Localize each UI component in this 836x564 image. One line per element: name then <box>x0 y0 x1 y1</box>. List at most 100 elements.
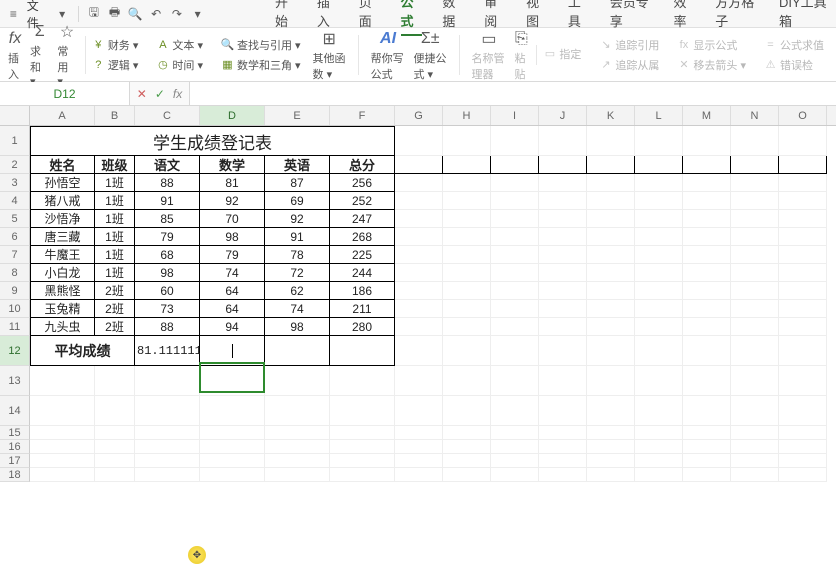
cell-O4[interactable] <box>779 192 827 210</box>
cell-L1[interactable] <box>635 126 683 156</box>
cell-B11[interactable]: 2班 <box>95 318 135 336</box>
cell-A5[interactable]: 沙悟净 <box>30 210 95 228</box>
cell-O2[interactable] <box>779 156 827 174</box>
cell-A8[interactable]: 小白龙 <box>30 264 95 282</box>
cell-G6[interactable] <box>395 228 443 246</box>
cell-C15[interactable] <box>135 426 200 440</box>
row-header-7[interactable]: 7 <box>0 246 30 264</box>
cell-H18[interactable] <box>443 468 491 482</box>
cell-I11[interactable] <box>491 318 539 336</box>
row-header-6[interactable]: 6 <box>0 228 30 246</box>
cell-I18[interactable] <box>491 468 539 482</box>
cell-N2[interactable] <box>731 156 779 174</box>
cell-D17[interactable] <box>200 454 265 468</box>
lookup-button[interactable]: 🔍查找与引用 ▾ <box>219 36 303 54</box>
cell-C17[interactable] <box>135 454 200 468</box>
cell-O6[interactable] <box>779 228 827 246</box>
cell-C5[interactable]: 85 <box>135 210 200 228</box>
cell-M7[interactable] <box>683 246 731 264</box>
cell-J12[interactable] <box>539 336 587 366</box>
quick-formula-button[interactable]: Σ±便捷公式 ▾ <box>412 28 449 82</box>
cell-J17[interactable] <box>539 454 587 468</box>
cell-L12[interactable] <box>635 336 683 366</box>
cell-K12[interactable] <box>587 336 635 366</box>
cell-G9[interactable] <box>395 282 443 300</box>
cell-I1[interactable] <box>491 126 539 156</box>
cell-A3[interactable]: 孙悟空 <box>30 174 95 192</box>
ai-formula-button[interactable]: AI帮你写公式 <box>369 28 408 82</box>
tab-会员专享[interactable]: 会员专享 <box>610 0 654 36</box>
table-header-2[interactable]: 语文 <box>135 156 200 174</box>
cell-O17[interactable] <box>779 454 827 468</box>
cell-J18[interactable] <box>539 468 587 482</box>
table-header-4[interactable]: 英语 <box>265 156 330 174</box>
cell-I8[interactable] <box>491 264 539 282</box>
cell-B18[interactable] <box>95 468 135 482</box>
cell-O10[interactable] <box>779 300 827 318</box>
cell-G18[interactable] <box>395 468 443 482</box>
fx-icon[interactable]: fx <box>173 87 182 101</box>
col-header-O[interactable]: O <box>779 106 827 125</box>
cell-F17[interactable] <box>330 454 395 468</box>
cell-K9[interactable] <box>587 282 635 300</box>
cell-H3[interactable] <box>443 174 491 192</box>
cell-C4[interactable]: 91 <box>135 192 200 210</box>
cell-M18[interactable] <box>683 468 731 482</box>
table-header-5[interactable]: 总分 <box>330 156 395 174</box>
row-header-9[interactable]: 9 <box>0 282 30 300</box>
cell-M2[interactable] <box>683 156 731 174</box>
cell-F10[interactable]: 211 <box>330 300 395 318</box>
cell-C3[interactable]: 88 <box>135 174 200 192</box>
cell-K6[interactable] <box>587 228 635 246</box>
cell-F14[interactable] <box>330 396 395 426</box>
cell-L10[interactable] <box>635 300 683 318</box>
cell-G5[interactable] <box>395 210 443 228</box>
col-header-C[interactable]: C <box>135 106 200 125</box>
cell-C18[interactable] <box>135 468 200 482</box>
row-header-11[interactable]: 11 <box>0 318 30 336</box>
tab-方方格子[interactable]: 方方格子 <box>715 0 759 36</box>
row-header-17[interactable]: 17 <box>0 454 30 468</box>
cell-K2[interactable] <box>587 156 635 174</box>
cell-E15[interactable] <box>265 426 330 440</box>
cell-H6[interactable] <box>443 228 491 246</box>
cell-J13[interactable] <box>539 366 587 396</box>
cell-D11[interactable]: 94 <box>200 318 265 336</box>
cell-N1[interactable] <box>731 126 779 156</box>
cell-B16[interactable] <box>95 440 135 454</box>
evaluate-formula-button[interactable]: =公式求值 <box>762 36 826 54</box>
cell-H5[interactable] <box>443 210 491 228</box>
cell-I10[interactable] <box>491 300 539 318</box>
row-header-5[interactable]: 5 <box>0 210 30 228</box>
cell-I13[interactable] <box>491 366 539 396</box>
cell-H10[interactable] <box>443 300 491 318</box>
cell-E13[interactable] <box>265 366 330 396</box>
row-header-2[interactable]: 2 <box>0 156 30 174</box>
finance-button[interactable]: ¥财务 ▾ <box>90 36 141 54</box>
cell-E12[interactable] <box>265 336 330 366</box>
col-header-M[interactable]: M <box>683 106 731 125</box>
cell-M17[interactable] <box>683 454 731 468</box>
print-icon[interactable]: 🖶 <box>107 6 122 22</box>
cell-B10[interactable]: 2班 <box>95 300 135 318</box>
cell-J11[interactable] <box>539 318 587 336</box>
name-manager-button[interactable]: ▭名称管理器 <box>470 28 509 82</box>
insert-function-button[interactable]: fx插入 <box>6 28 24 82</box>
cell-H11[interactable] <box>443 318 491 336</box>
avg-label[interactable]: 平均成绩 <box>30 336 135 366</box>
cell-B9[interactable]: 2班 <box>95 282 135 300</box>
cell-C8[interactable]: 98 <box>135 264 200 282</box>
cell-N11[interactable] <box>731 318 779 336</box>
cell-A13[interactable] <box>30 366 95 396</box>
cell-L6[interactable] <box>635 228 683 246</box>
cell-N9[interactable] <box>731 282 779 300</box>
cell-C10[interactable]: 73 <box>135 300 200 318</box>
cell-I17[interactable] <box>491 454 539 468</box>
row-header-15[interactable]: 15 <box>0 426 30 440</box>
col-header-G[interactable]: G <box>395 106 443 125</box>
cell-J2[interactable] <box>539 156 587 174</box>
cell-G2[interactable] <box>395 156 443 174</box>
cell-O12[interactable] <box>779 336 827 366</box>
col-header-A[interactable]: A <box>30 106 95 125</box>
logic-button[interactable]: ?逻辑 ▾ <box>90 56 141 74</box>
